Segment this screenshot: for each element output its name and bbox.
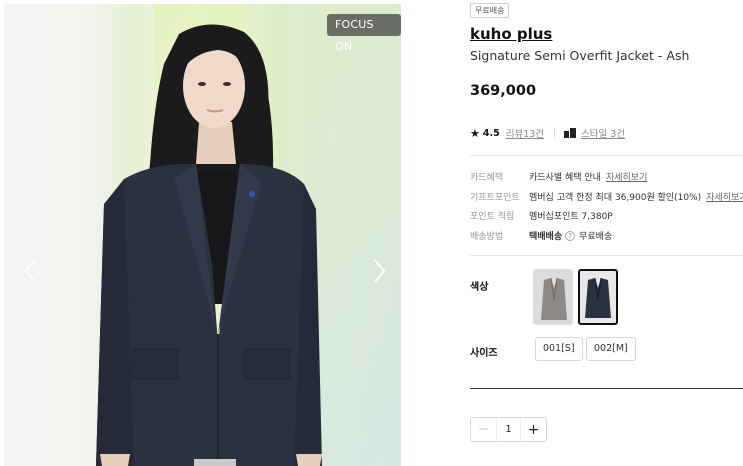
benefit-value: 멤버십포인트 7,380P	[529, 212, 613, 222]
benefit-value: 카드사별 혜택 안내	[529, 173, 601, 183]
chevron-right-icon	[374, 259, 386, 283]
divider	[470, 388, 743, 389]
styles-link[interactable]: 스타일 3건	[581, 126, 625, 140]
size-option-s[interactable]: 001[S]	[535, 337, 583, 361]
benefit-key: 기프트포인트	[470, 193, 520, 203]
benefit-key: 배송방법	[470, 232, 504, 242]
gift-point-detail-link[interactable]: 자세히보기	[706, 190, 743, 203]
free-shipping-badge: 무료배송	[470, 3, 510, 18]
jacket-thumbnail	[541, 277, 567, 320]
style-icon	[564, 128, 577, 138]
help-icon[interactable]: ?	[565, 230, 576, 241]
quantity-increase-button[interactable]: +	[521, 418, 546, 441]
color-swatch-navy[interactable]	[578, 269, 618, 325]
product-price: 369,000	[470, 83, 537, 99]
benefit-value: 멤버십 고객 한정 최대 36,900원 할인(10%)	[529, 193, 702, 203]
divider	[470, 155, 743, 156]
rating-score: 4.5	[482, 127, 500, 139]
jacket-thumbnail	[585, 277, 611, 318]
size-option-label: 사이즈	[470, 348, 498, 359]
benefit-row-shipping: 배송방법 택배배송 ? 무료배송	[470, 229, 612, 242]
gallery-next-button[interactable]	[368, 256, 390, 286]
star-icon: ★	[470, 126, 480, 140]
divider	[470, 255, 743, 256]
benefit-row-gift: 기프트포인트 멤버십 고객 한정 최대 36,900원 할인(10%) 자세히보…	[470, 190, 743, 203]
benefit-row-card: 카드혜택 카드사별 혜택 안내 자세히보기	[470, 170, 647, 183]
benefit-key: 포인트 적립	[470, 212, 515, 222]
brand-link[interactable]: kuho plus	[470, 25, 552, 43]
product-photo	[96, 24, 322, 466]
quantity-value[interactable]: 1	[496, 418, 521, 441]
gallery-prev-button[interactable]	[20, 256, 42, 286]
benefit-row-points: 포인트 적립 멤버십포인트 7,380P	[470, 209, 613, 222]
product-info-panel: 무료배송 kuho plus Signature Semi Overfit Ja…	[470, 0, 743, 466]
shipping-method-name: 택배배송	[529, 232, 563, 242]
color-option-label: 색상	[470, 282, 489, 293]
focus-on-badge: FOCUS ON :	[327, 14, 401, 53]
shipping-method: 택배배송	[529, 229, 562, 242]
size-option-m[interactable]: 002[M]	[586, 337, 636, 361]
chevron-left-icon	[24, 259, 36, 283]
divider	[554, 128, 556, 138]
product-image-gallery[interactable]: FOCUS ON :	[4, 4, 401, 466]
product-name: Signature Semi Overfit Jacket - Ash	[470, 48, 690, 63]
card-benefit-detail-link[interactable]: 자세히보기	[606, 170, 647, 183]
benefit-key: 카드혜택	[470, 173, 504, 183]
quantity-decrease-button[interactable]: −	[471, 418, 496, 441]
shipping-fee: 무료배송	[579, 232, 613, 242]
rating-row: ★ 4.5 리뷰13건 스타일 3건	[470, 125, 625, 141]
quantity-stepper: − 1 +	[470, 417, 547, 442]
color-swatch-ash[interactable]	[533, 269, 573, 325]
reviews-link[interactable]: 리뷰13건	[506, 126, 544, 140]
